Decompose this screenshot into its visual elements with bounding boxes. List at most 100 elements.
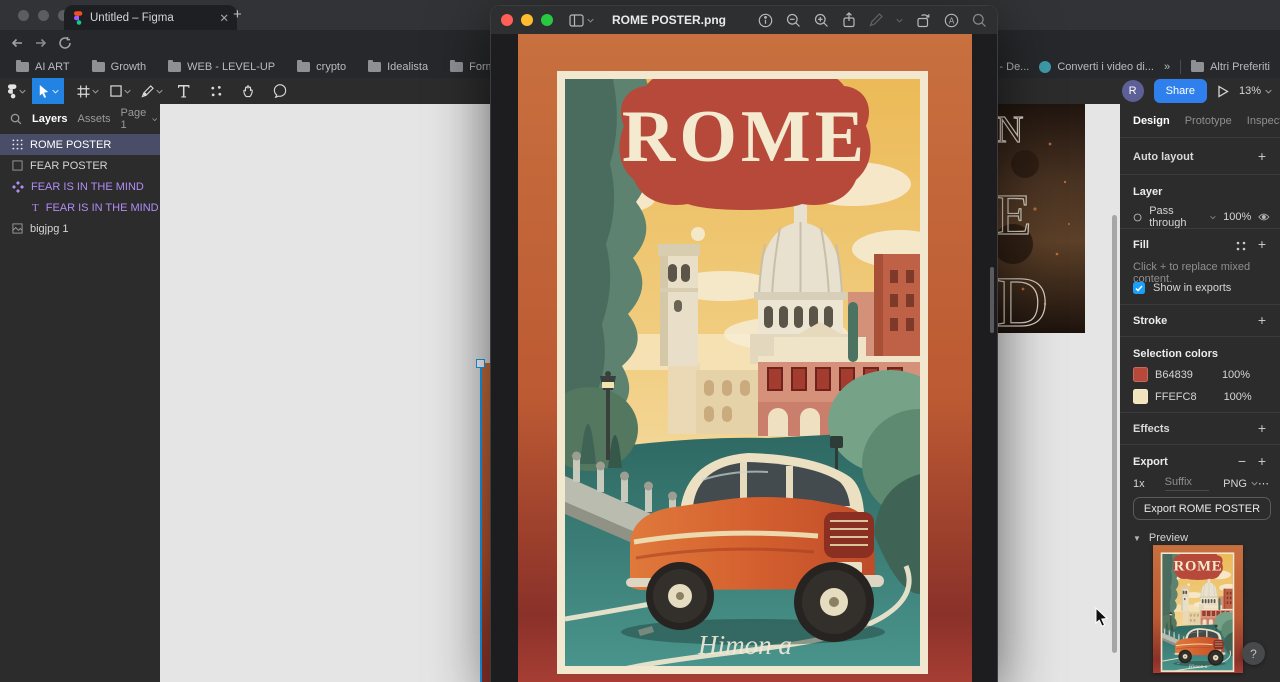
text-tool[interactable] [168, 78, 200, 104]
selection-handle[interactable] [476, 359, 485, 368]
sidebar-toggle[interactable] [569, 13, 594, 27]
tab-close-icon[interactable]: ✕ [219, 11, 229, 25]
tab-assets[interactable]: Assets [77, 113, 110, 125]
sidebar-icon [569, 13, 584, 27]
user-avatar[interactable]: R [1121, 80, 1144, 102]
quicklook-titlebar[interactable]: ROME POSTER.png A [491, 6, 997, 34]
layer-row-rome-poster[interactable]: ROME POSTER [0, 134, 160, 155]
tab-layers[interactable]: Layers [32, 113, 67, 125]
resources-tool[interactable] [200, 78, 232, 104]
forward-icon[interactable] [34, 36, 48, 50]
zoom-in-icon[interactable] [814, 13, 829, 28]
comment-tool[interactable] [264, 78, 296, 104]
bookmark-item[interactable]: Idealista [368, 60, 428, 73]
selection-color-row[interactable]: FFEFC8 100% [1133, 389, 1252, 404]
zoom-out-icon[interactable] [786, 13, 801, 28]
close-window-icon[interactable] [18, 10, 29, 21]
browser-tab[interactable]: Untitled – Figma ✕ [64, 5, 237, 30]
bookmark-item[interactable]: WEB - LEVEL-UP [168, 60, 275, 73]
share-icon[interactable] [842, 12, 856, 28]
move-tool[interactable] [32, 78, 64, 104]
chevron-down-icon [92, 89, 99, 94]
minimize-window-icon[interactable] [521, 14, 533, 26]
info-icon[interactable] [758, 13, 773, 28]
annotate-icon[interactable]: A [944, 13, 959, 28]
help-button[interactable]: ? [1242, 642, 1265, 665]
divider [1120, 412, 1280, 413]
zoom-window-icon[interactable] [541, 14, 553, 26]
pen-tool[interactable] [136, 78, 168, 104]
layer-row-fear-poster[interactable]: FEAR POSTER [0, 155, 160, 176]
bookmark-item[interactable]: Growth [91, 60, 146, 73]
color-opacity[interactable]: 100% [1224, 391, 1252, 403]
add-fill-icon[interactable]: + [1258, 237, 1266, 251]
quicklook-scrollbar[interactable] [990, 267, 994, 333]
bookmark-item[interactable]: AI ART [16, 60, 70, 73]
add-effect-icon[interactable]: + [1258, 421, 1266, 435]
layer-row-component[interactable]: FEAR IS IN THE MIND [0, 176, 160, 197]
new-tab-icon[interactable]: + [233, 6, 242, 23]
minimize-window-icon[interactable] [38, 10, 49, 21]
remove-export-icon[interactable]: − [1238, 454, 1246, 468]
color-swatch[interactable] [1133, 389, 1148, 404]
bookmarks-overflow-icon[interactable]: » [1164, 61, 1170, 73]
blend-mode-select[interactable]: Pass through [1149, 205, 1203, 229]
layer-label: FEAR POSTER [30, 159, 108, 172]
bookmark-item[interactable]: - De... [999, 61, 1029, 73]
color-swatch[interactable] [1133, 367, 1148, 382]
bookmark-item[interactable]: crypto [297, 60, 346, 73]
export-options-icon[interactable]: ⋯ [1258, 477, 1270, 490]
export-format-select[interactable]: PNG [1223, 478, 1258, 490]
back-icon[interactable] [10, 36, 24, 50]
chevron-down-icon [123, 89, 131, 94]
tab-design[interactable]: Design [1133, 115, 1170, 127]
add-auto-layout-icon[interactable]: + [1258, 149, 1266, 163]
share-button[interactable]: Share [1153, 79, 1207, 103]
add-export-icon[interactable]: + [1258, 454, 1266, 468]
selection-colors-title: Selection colors [1133, 348, 1218, 360]
color-opacity[interactable]: 100% [1222, 369, 1250, 381]
fear-poster-canvas-fragment[interactable]: N E D [995, 104, 1085, 333]
bookmarks-folder-altri[interactable]: Altri Preferiti [1191, 60, 1270, 73]
bookmarks-bar-right: - De... Converti i video di... » Altri P… [999, 56, 1280, 78]
opacity-input[interactable]: 100% [1223, 211, 1251, 223]
poster-signature: Himon a [697, 630, 792, 660]
blend-mode-icon[interactable] [1133, 212, 1142, 223]
frame-tool[interactable] [72, 78, 104, 104]
zoom-menu[interactable]: 13% [1239, 85, 1272, 97]
chevron-down-icon[interactable] [896, 18, 903, 23]
bell-tower [1180, 586, 1190, 611]
quicklook-window[interactable]: ROME POSTER.png A ROME Himon a [490, 5, 998, 682]
hand-tool[interactable] [232, 78, 264, 104]
bookmark-item[interactable]: Converti i video di... [1039, 61, 1154, 73]
layer-row-text[interactable]: T FEAR IS IN THE MIND [0, 197, 160, 218]
checkbox-checked-icon[interactable] [1133, 282, 1145, 294]
preview-section-header[interactable]: ▼ Preview [1133, 532, 1188, 544]
rotate-icon[interactable] [916, 13, 931, 28]
export-scale[interactable]: 1x [1133, 478, 1145, 490]
zoom-level: 13% [1238, 85, 1261, 97]
present-icon[interactable] [1217, 84, 1229, 98]
tab-inspect[interactable]: Inspect [1247, 115, 1280, 127]
page-selector[interactable]: Page 1 [121, 107, 158, 131]
main-menu-button[interactable] [0, 78, 32, 104]
styles-icon[interactable] [1236, 241, 1246, 251]
rome-poster-canvas-sliver[interactable] [482, 363, 490, 682]
export-suffix-input[interactable]: Suffix [1164, 476, 1210, 491]
eye-icon[interactable] [1258, 212, 1270, 222]
tab-prototype[interactable]: Prototype [1185, 115, 1232, 127]
reload-icon[interactable] [58, 36, 72, 50]
markup-pen-icon[interactable] [869, 13, 883, 27]
color-hex[interactable]: B64839 [1155, 369, 1193, 381]
search-icon[interactable] [972, 13, 987, 28]
selection-color-row[interactable]: B64839 100% [1133, 367, 1250, 382]
export-button[interactable]: Export ROME POSTER [1133, 497, 1271, 520]
search-icon[interactable] [10, 113, 22, 125]
layer-row-bigjpg[interactable]: bigjpg 1 [0, 218, 160, 239]
close-window-icon[interactable] [501, 14, 513, 26]
rome-poster-artwork: ROME Himon a [518, 34, 972, 682]
canvas-scrollbar[interactable] [1112, 215, 1117, 653]
add-stroke-icon[interactable]: + [1258, 313, 1266, 327]
shape-tool[interactable] [104, 78, 136, 104]
color-hex[interactable]: FFEFC8 [1155, 391, 1197, 403]
